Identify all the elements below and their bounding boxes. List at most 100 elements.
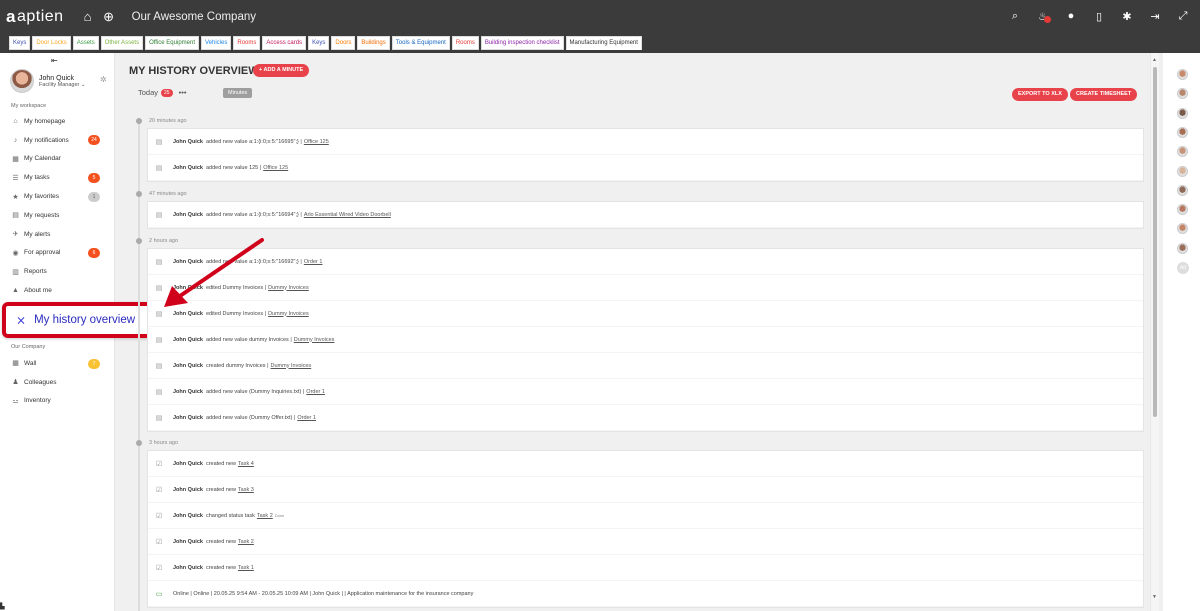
expand-icon[interactable]: ⤢: [1174, 7, 1192, 25]
aptien-logo[interactable]: a aptien: [6, 7, 64, 27]
tab-0[interactable]: Keys: [9, 36, 31, 50]
colleague-avatar[interactable]: [1177, 184, 1188, 196]
logout-icon[interactable]: ⇥: [1146, 7, 1164, 25]
colleague-avatar[interactable]: [1177, 146, 1188, 158]
history-user[interactable]: John Quick: [173, 487, 203, 493]
history-link[interactable]: Task 1: [238, 565, 254, 571]
history-text: created new: [205, 564, 236, 571]
colleague-avatar[interactable]: [1177, 69, 1188, 80]
history-link[interactable]: Office 125: [304, 139, 329, 145]
history-user[interactable]: John Quick: [173, 165, 203, 171]
add-minute-button[interactable]: + ADD A MINUTE: [253, 64, 310, 77]
tab-8[interactable]: Keys: [308, 36, 330, 50]
search-icon[interactable]: ⌕: [1006, 7, 1024, 25]
sidebar-item-my-homepage[interactable]: ⌂ My homepage: [0, 112, 115, 131]
history-user[interactable]: John Quick: [173, 212, 203, 218]
history-user[interactable]: John Quick: [173, 565, 203, 571]
history-link[interactable]: Dummy Invoices: [294, 337, 335, 343]
bell-icon[interactable]: ♨: [1034, 7, 1052, 25]
sidebar-item-wall[interactable]: ▦ Wall 7: [0, 354, 115, 373]
add-colleague-button[interactable]: Ad: [1177, 262, 1189, 274]
sidebar-item-reports[interactable]: ▥ Reports: [0, 262, 115, 281]
sidebar-item-colleagues[interactable]: ♟ Colleagues: [0, 373, 115, 392]
history-user[interactable]: John Quick: [173, 415, 203, 421]
colleague-avatar[interactable]: [1177, 223, 1188, 235]
sidebar-item-my-notifications[interactable]: ♪ My notifications 24: [0, 131, 115, 150]
profile-settings-icon[interactable]: ✲: [100, 75, 107, 84]
scrollbar[interactable]: ▲ ▼: [1150, 53, 1159, 611]
sidebar-item-about-me[interactable]: ▲ About me: [0, 281, 115, 300]
scroll-up-icon[interactable]: ▲: [1152, 57, 1157, 63]
history-link[interactable]: Order 1: [306, 389, 325, 395]
history-user[interactable]: John Quick: [173, 389, 203, 395]
history-link[interactable]: Arlo Essential Wired Video Doorbell: [304, 212, 391, 218]
history-link[interactable]: Dummy Invoices: [271, 363, 312, 369]
tab-1[interactable]: Door Locks: [32, 36, 71, 50]
history-user[interactable]: John Quick: [173, 311, 203, 317]
colleague-avatar[interactable]: [1177, 204, 1188, 216]
avatar[interactable]: [10, 69, 34, 93]
history-user[interactable]: John Quick: [173, 139, 203, 145]
scrollbar-thumb[interactable]: [1153, 67, 1157, 417]
sidebar-item-for-approval[interactable]: ◉ For approval 6: [0, 244, 115, 263]
gear-icon[interactable]: ✱: [1118, 7, 1136, 25]
wall-icon: ▦: [12, 360, 19, 368]
plus-circle-icon[interactable]: ⊕: [100, 8, 118, 26]
task-check-icon: ☑: [155, 538, 163, 546]
sidebar-item-inventory[interactable]: ⚍ Inventory: [0, 392, 115, 411]
history-link[interactable]: Office 125: [263, 165, 288, 171]
profile[interactable]: John Quick Facility Manager ⌄: [10, 69, 86, 93]
colleague-avatar[interactable]: [1177, 242, 1188, 254]
colleague-avatar[interactable]: [1177, 88, 1188, 100]
scroll-down-icon[interactable]: ▼: [1152, 594, 1157, 600]
chat-icon[interactable]: ●: [1062, 7, 1080, 25]
history-link[interactable]: Dummy Invoices: [268, 311, 309, 317]
tab-12[interactable]: Rooms: [451, 36, 479, 50]
tab-2[interactable]: Assets: [72, 36, 99, 50]
sidebar-item-my-calendar[interactable]: ▦ My Calendar: [0, 150, 115, 169]
colleague-avatar[interactable]: [1177, 126, 1188, 138]
history-user[interactable]: John Quick: [173, 461, 203, 467]
history-user[interactable]: John Quick: [173, 539, 203, 545]
history-link[interactable]: Dummy Invoices: [268, 285, 309, 291]
chevron-down-icon[interactable]: ⌄: [81, 82, 86, 88]
today-filter[interactable]: Today 25 •••: [138, 88, 186, 97]
history-user[interactable]: John Quick: [173, 363, 203, 369]
tab-14[interactable]: Manufacturing Equipment: [565, 36, 642, 50]
history-user[interactable]: John Quick: [173, 259, 203, 265]
tab-10[interactable]: Buildings: [357, 36, 390, 50]
tab-13[interactable]: Building inspection checklist: [480, 36, 564, 50]
sidebar-item-my-favorites[interactable]: ★ My favorites 1: [0, 187, 115, 206]
collapse-sidebar-icon[interactable]: ⇤: [51, 56, 58, 65]
home-icon[interactable]: ⌂: [79, 8, 97, 26]
colleague-avatar[interactable]: [1177, 107, 1188, 119]
tab-11[interactable]: Tools & Equipment: [391, 36, 450, 50]
export-xlx-button[interactable]: EXPORT TO XLX: [1012, 88, 1068, 101]
create-timesheet-button[interactable]: CREATE TIMESHEET: [1070, 88, 1138, 101]
tab-6[interactable]: Rooms: [233, 36, 261, 50]
tab-9[interactable]: Doors: [331, 36, 356, 50]
sidebar-item-my-requests[interactable]: ▤ My requests: [0, 206, 115, 225]
colleague-avatar[interactable]: [1177, 165, 1188, 177]
sidebar-item-my-tasks[interactable]: ☰ My tasks 5: [0, 168, 115, 187]
history-link[interactable]: Task 2: [257, 513, 273, 519]
history-user[interactable]: John Quick: [173, 513, 203, 519]
sidebar-item-my-alerts[interactable]: ✈ My alerts: [0, 225, 115, 244]
tab-4[interactable]: Office Equipment: [145, 36, 199, 50]
history-link[interactable]: Task 2: [238, 539, 254, 545]
sidebar-item-label: My tasks: [24, 174, 50, 182]
history-user[interactable]: John Quick: [173, 337, 203, 343]
tab-3[interactable]: Other Assets: [100, 36, 144, 50]
tab-5[interactable]: Vehicles: [201, 36, 232, 50]
history-user[interactable]: John Quick: [173, 285, 203, 291]
history-link[interactable]: Task 4: [238, 461, 254, 467]
document-icon: ▤: [155, 310, 163, 318]
history-link[interactable]: Task 3: [238, 487, 254, 493]
more-options-icon[interactable]: •••: [179, 88, 187, 97]
company-name[interactable]: Our Awesome Company: [132, 11, 256, 23]
tab-7[interactable]: Access cards: [262, 36, 307, 50]
history-link[interactable]: Order 1: [304, 259, 323, 265]
history-link[interactable]: Order 1: [297, 415, 316, 421]
mobile-icon[interactable]: ▯: [1090, 7, 1108, 25]
minutes-button[interactable]: Minutes: [223, 88, 253, 98]
